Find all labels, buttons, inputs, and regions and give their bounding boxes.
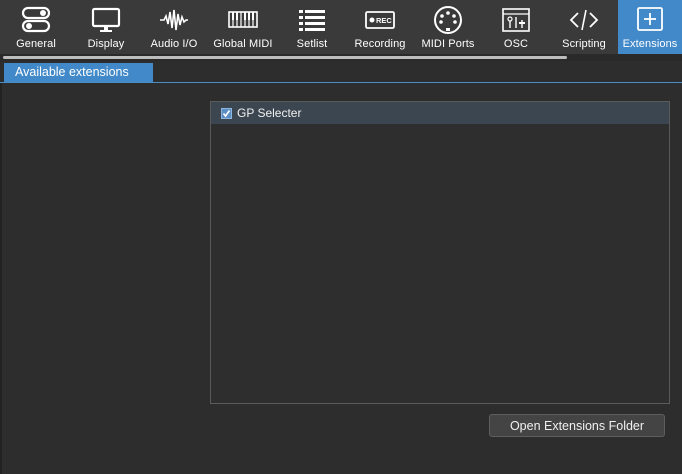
rec-icon: REC bbox=[363, 5, 397, 35]
left-border bbox=[0, 83, 2, 474]
list-icon bbox=[295, 5, 329, 35]
toolbar-item-scripting[interactable]: Scripting bbox=[550, 0, 618, 54]
rec-badge-text: REC bbox=[376, 16, 392, 25]
toolbar-item-setlist[interactable]: Setlist bbox=[278, 0, 346, 54]
extension-checkbox[interactable] bbox=[221, 107, 232, 119]
toolbar-label: Recording bbox=[354, 38, 406, 50]
tab-available-extensions[interactable]: Available extensions bbox=[4, 63, 153, 82]
toolbar-item-extensions[interactable]: Extensions bbox=[618, 0, 682, 54]
preferences-toolbar: General Display Audio I/O Global MIDI Se… bbox=[0, 0, 682, 54]
waveform-icon bbox=[157, 5, 191, 35]
toolbar-label: Audio I/O bbox=[150, 38, 198, 50]
monitor-icon bbox=[89, 5, 123, 35]
extension-list-item[interactable]: GP Selecter bbox=[211, 102, 669, 124]
extensions-list: GP Selecter bbox=[210, 101, 670, 404]
toolbar-item-general[interactable]: General bbox=[0, 0, 72, 54]
toolbar-label: General bbox=[16, 38, 56, 50]
toolbar-item-global-midi[interactable]: Global MIDI bbox=[208, 0, 278, 54]
toolbar-label: OSC bbox=[503, 38, 529, 50]
code-icon bbox=[567, 5, 601, 35]
toolbar-scrollbar[interactable] bbox=[3, 56, 567, 59]
osc-icon bbox=[499, 5, 533, 35]
toolbar-label: Global MIDI bbox=[213, 38, 273, 50]
extension-name: GP Selecter bbox=[237, 106, 302, 120]
toolbar-label: MIDI Ports bbox=[421, 38, 475, 50]
midi-din-icon bbox=[431, 5, 465, 35]
checkmark-icon bbox=[222, 109, 231, 117]
toolbar-label: Extensions bbox=[622, 38, 678, 50]
open-extensions-folder-button[interactable]: Open Extensions Folder bbox=[489, 414, 665, 437]
toolbar-item-midi-ports[interactable]: MIDI Ports bbox=[414, 0, 482, 54]
toolbar-label: Scripting bbox=[562, 38, 606, 50]
toolbar-item-recording[interactable]: REC Recording bbox=[346, 0, 414, 54]
tab-underline bbox=[0, 82, 682, 83]
toolbar-item-osc[interactable]: OSC bbox=[482, 0, 550, 54]
toolbar-label: Setlist bbox=[296, 38, 328, 50]
toolbar-label: Display bbox=[87, 38, 125, 50]
toolbar-item-audio-io[interactable]: Audio I/O bbox=[140, 0, 208, 54]
toolbar-item-display[interactable]: Display bbox=[72, 0, 140, 54]
plus-box-icon bbox=[633, 5, 667, 35]
toggle-switches-icon bbox=[19, 5, 53, 35]
keyboard-icon bbox=[226, 5, 260, 35]
